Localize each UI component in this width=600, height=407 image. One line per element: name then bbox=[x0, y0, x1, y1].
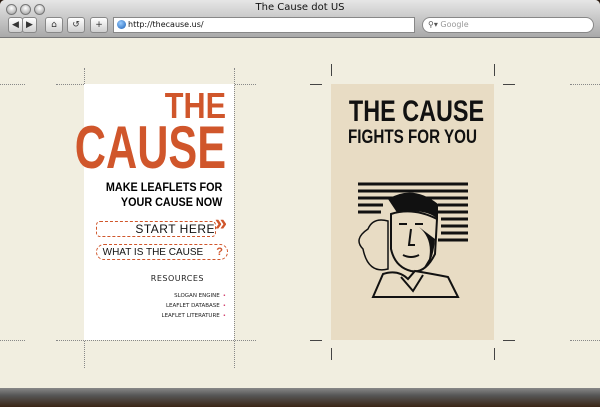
address-bar[interactable]: http://thecause.us/ bbox=[113, 17, 415, 33]
man-portrait-illustration bbox=[358, 182, 468, 298]
bullet-icon: • bbox=[222, 303, 226, 309]
forward-button[interactable]: ▶ bbox=[22, 17, 37, 33]
bullet-icon: • bbox=[222, 293, 226, 299]
link-leaflet-database[interactable]: LEAFLET DATABASE • bbox=[166, 303, 226, 309]
back-button[interactable]: ◀ bbox=[8, 17, 23, 33]
what-is-the-cause-label: WHAT IS THE CAUSE bbox=[102, 247, 204, 258]
poster-headline: THE CAUSE bbox=[348, 95, 485, 128]
crop-mark bbox=[503, 340, 515, 341]
link-label: LEAFLET DATABASE bbox=[165, 303, 220, 309]
search-placeholder: Google bbox=[440, 20, 469, 29]
browser-window: The Cause dot US ◀ ▶ ⌂ ↺ + http://thecau… bbox=[0, 0, 600, 395]
crop-mark bbox=[0, 84, 25, 85]
resources-heading: RESOURCES bbox=[150, 274, 204, 283]
link-label: SLOGAN ENGINE bbox=[174, 293, 220, 299]
start-here-button[interactable]: START HERE » bbox=[96, 212, 227, 237]
crop-mark bbox=[234, 68, 235, 368]
tagline: MAKE LEAFLETS FOR YOUR CAUSE NOW bbox=[106, 180, 222, 210]
tagline-line-2: YOUR CAUSE NOW bbox=[120, 195, 222, 209]
search-field[interactable]: ⚲▾ Google bbox=[422, 17, 594, 33]
what-is-the-cause-button[interactable]: WHAT IS THE CAUSE ? bbox=[96, 244, 228, 260]
crop-mark bbox=[0, 340, 25, 341]
crop-mark bbox=[494, 348, 495, 360]
poster[interactable]: THE CAUSE FIGHTS FOR YOU bbox=[331, 84, 494, 340]
crop-mark bbox=[331, 348, 332, 360]
home-button[interactable]: ⌂ bbox=[45, 17, 63, 33]
crop-mark bbox=[570, 84, 600, 85]
desktop-background bbox=[0, 388, 600, 407]
title-bar: The Cause dot US ◀ ▶ ⌂ ↺ + http://thecau… bbox=[0, 0, 600, 38]
start-here-label: START HERE bbox=[135, 222, 215, 236]
link-label: LEAFLET LITERATURE bbox=[161, 313, 220, 319]
question-icon: ? bbox=[216, 246, 223, 258]
window-title: The Cause dot US bbox=[255, 2, 345, 13]
double-chevron-icon: » bbox=[214, 210, 227, 235]
reload-button[interactable]: ↺ bbox=[67, 17, 85, 33]
link-slogan-engine[interactable]: SLOGAN ENGINE • bbox=[174, 293, 226, 299]
tagline-line-1: MAKE LEAFLETS FOR bbox=[105, 180, 222, 194]
crop-mark bbox=[56, 340, 256, 341]
logo-cause: CAUSE bbox=[74, 114, 226, 181]
poster-subhead: FIGHTS FOR YOU bbox=[348, 127, 477, 148]
bullet-icon: • bbox=[222, 313, 226, 319]
crop-mark bbox=[503, 84, 515, 85]
crop-mark bbox=[494, 64, 495, 76]
search-icon: ⚲▾ bbox=[428, 20, 438, 29]
add-bookmark-button[interactable]: + bbox=[90, 17, 108, 33]
crop-mark bbox=[570, 340, 600, 341]
crop-mark bbox=[310, 84, 322, 85]
link-leaflet-literature[interactable]: LEAFLET LITERATURE • bbox=[162, 313, 227, 319]
globe-icon bbox=[117, 20, 126, 29]
crop-mark bbox=[331, 64, 332, 76]
leaflet-panel: THE CAUSE MAKE LEAFLETS FOR YOUR CAUSE N… bbox=[75, 84, 234, 340]
url-text: http://thecause.us/ bbox=[128, 20, 204, 29]
crop-mark bbox=[310, 340, 322, 341]
